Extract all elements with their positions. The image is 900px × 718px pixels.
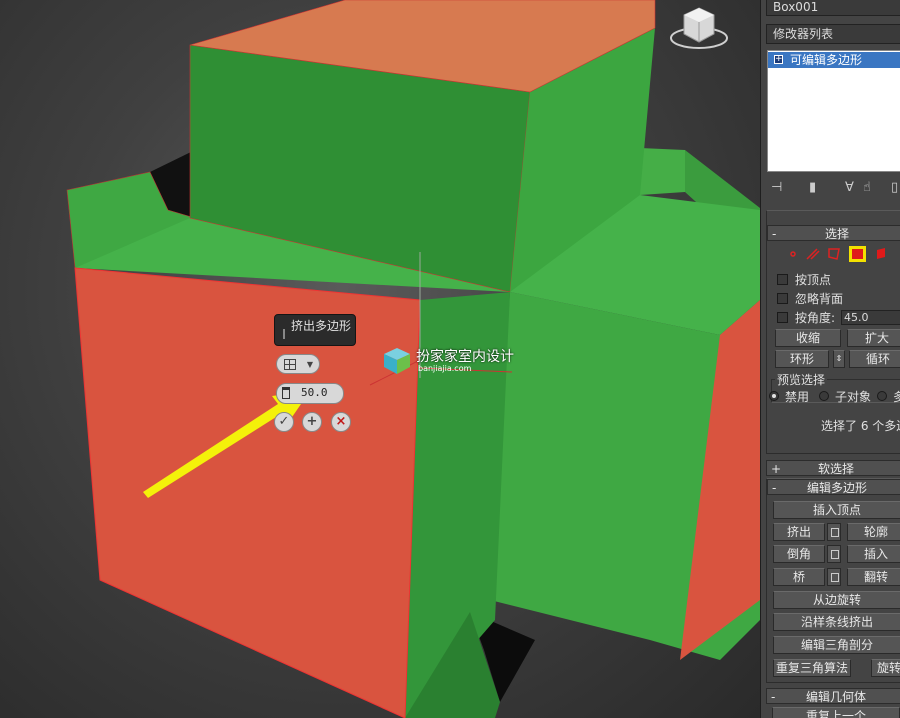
inset-button[interactable]: 插入: [847, 545, 900, 563]
preview-multi-radio[interactable]: [877, 391, 887, 401]
subobject-level-icons: [790, 246, 885, 262]
preview-multi-label: 多: [893, 388, 900, 405]
grow-button[interactable]: 扩大: [847, 329, 900, 347]
by-angle-checkbox[interactable]: [777, 312, 788, 323]
preview-off-radio[interactable]: [769, 391, 779, 401]
turn-button[interactable]: 旋转: [871, 659, 900, 677]
stack-item-editable-poly[interactable]: + 可编辑多边形: [768, 52, 900, 68]
by-angle-label: 按角度:: [795, 311, 836, 325]
remove-modifier-icon[interactable]: ☝: [863, 180, 871, 195]
make-unique-icon[interactable]: ∀: [845, 180, 854, 195]
selected-polygon-front[interactable]: [74, 267, 421, 718]
height-icon: [282, 387, 290, 399]
ignore-backfacing-label: 忽略背面: [795, 292, 844, 306]
hinge-from-edge-button[interactable]: 从边旋转: [773, 591, 900, 609]
modifier-list-dropdown[interactable]: 修改器列表: [766, 24, 900, 44]
viewcube[interactable]: [664, 0, 734, 56]
show-end-result-icon[interactable]: ▮: [809, 180, 816, 195]
watermark-text: 扮家家室内设计: [416, 349, 514, 365]
back-arm-top: [640, 148, 685, 195]
repeat-last-button[interactable]: 重复上一个: [772, 707, 900, 718]
extrude-button[interactable]: 挤出: [773, 523, 825, 541]
stack-toolbar: ⊣ ▮ ∀ ☝ ▯: [767, 180, 900, 196]
element-icon: [877, 248, 885, 259]
shrink-button[interactable]: 收缩: [775, 329, 841, 347]
bridge-button[interactable]: 桥: [773, 568, 825, 586]
angle-threshold-spinner[interactable]: 45.0: [841, 310, 900, 325]
edit-geometry-rollout-header[interactable]: - 编辑几何体: [766, 688, 900, 704]
ring-spinner[interactable]: ⇕: [833, 350, 845, 368]
insert-vertex-button[interactable]: 插入顶点: [773, 501, 900, 519]
grid-icon: [284, 359, 296, 370]
vertex-icon: [790, 251, 796, 257]
preview-subobject-label: 子对象: [835, 390, 872, 404]
extrude-along-spline-button[interactable]: 沿样条线挤出: [773, 613, 900, 631]
extrude-polygons-caddy-title: 挤出多边形: [274, 314, 356, 346]
check-icon[interactable]: ✓: [274, 412, 294, 432]
retriangulate-button[interactable]: 重复三角算法: [773, 659, 851, 677]
close-icon[interactable]: ×: [331, 412, 351, 432]
soft-selection-label: 软选择: [817, 462, 854, 476]
soft-selection-rollout-header[interactable]: + 软选择: [766, 460, 900, 476]
bevel-button[interactable]: 倒角: [773, 545, 825, 563]
caddy-title-label: 挤出多边形: [291, 319, 352, 333]
edit-polygons-rollout-header[interactable]: - 编辑多边形: [767, 479, 900, 495]
outline-button[interactable]: 轮廓: [847, 523, 900, 541]
3d-object-geometry[interactable]: [0, 0, 760, 718]
edit-geometry-label: 编辑几何体: [805, 690, 866, 704]
edit-triangulation-button[interactable]: 编辑三角剖分: [773, 636, 900, 654]
modifier-stack[interactable]: + 可编辑多边形: [767, 50, 900, 172]
by-vertex-checkbox[interactable]: [777, 274, 788, 285]
preview-subobject-radio[interactable]: [819, 391, 829, 401]
plus-icon[interactable]: +: [302, 412, 322, 432]
edit-polygons-rollout: - 编辑多边形 插入顶点 挤出 轮廓 倒角 插入 桥 翻转 从边旋转 沿样条线挤出…: [766, 478, 900, 683]
expand-icon[interactable]: +: [774, 55, 783, 64]
extrusion-type-dropdown[interactable]: ▼: [276, 354, 320, 374]
command-panel: Box001 修改器列表 + 可编辑多边形 ⊣ ▮ ∀ ☝ ▯ -选择 按顶点: [760, 0, 900, 718]
ignore-backfacing-checkbox[interactable]: [777, 293, 788, 304]
preview-off-label: 禁用: [785, 390, 810, 404]
watermark-url: banjiajia.com: [418, 364, 472, 373]
watermark-cube-icon: [384, 348, 410, 374]
selection-header-label: 选择: [824, 227, 849, 241]
loop-button[interactable]: 循环: [849, 350, 900, 368]
border-icon: [828, 248, 840, 260]
perspective-viewport[interactable]: 挤出多边形 ▼ 50.0 ✓ + × 扮家家室内设计 banjiajia.com: [0, 0, 760, 718]
selection-rollout: - 选择 按顶点 忽略背面 按角度: 45.0 收缩 扩大 环形 ⇕ 循环 预览选…: [766, 210, 900, 454]
chevron-down-icon: ▼: [306, 360, 313, 369]
selection-status-text: 选择了 6 个多边: [821, 419, 900, 433]
flip-button[interactable]: 翻转: [847, 568, 900, 586]
polygon-icon: [852, 249, 863, 259]
edge-icon: [806, 248, 820, 260]
pin-stack-icon[interactable]: ⊣: [771, 180, 782, 195]
ring-button[interactable]: 环形: [775, 350, 829, 368]
configure-icon[interactable]: ▯: [891, 180, 898, 195]
selection-rollout-header[interactable]: - 选择: [767, 225, 900, 241]
extrude-settings-icon[interactable]: [827, 523, 841, 541]
extrusion-height-spinner[interactable]: 50.0: [276, 383, 344, 404]
bevel-settings-icon[interactable]: [827, 545, 841, 563]
edit-polygons-label: 编辑多边形: [806, 481, 867, 495]
object-name-field[interactable]: Box001: [766, 0, 900, 16]
by-vertex-label: 按顶点: [795, 273, 832, 287]
bridge-settings-icon[interactable]: [827, 568, 841, 586]
preview-selection-label: 预览选择: [775, 371, 828, 388]
extrusion-height-value[interactable]: 50.0: [301, 386, 328, 399]
stack-item-label: 可编辑多边形: [790, 53, 863, 67]
